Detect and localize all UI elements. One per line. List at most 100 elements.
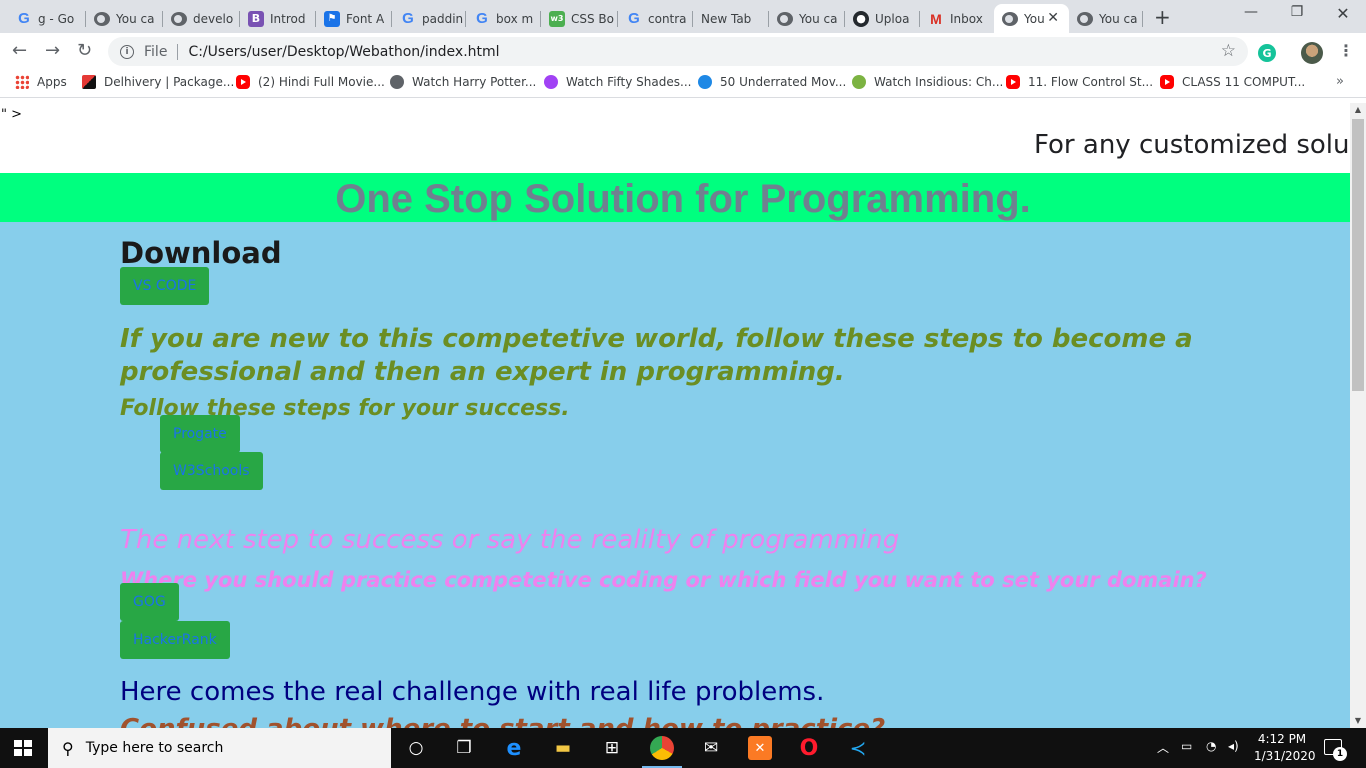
address-bar[interactable]: i File C:/Users/user/Desktop/Webathon/in…	[108, 37, 1248, 66]
hackerrank-button[interactable]: HackerRank	[120, 621, 230, 659]
edge-icon[interactable]: e	[502, 736, 526, 761]
new-tab-button[interactable]: +	[1154, 5, 1171, 29]
browser-tab[interactable]: w3 CSS Bo	[541, 4, 618, 33]
bookmark-item[interactable]: Delhivery | Package...	[82, 75, 234, 89]
w3schools-icon: w3	[549, 10, 565, 27]
page-viewport: " > For any customized solut One Stop So…	[0, 103, 1350, 728]
play-icon	[852, 75, 866, 89]
bootstrap-icon: B	[248, 10, 264, 27]
close-tab-icon[interactable]: ✕	[1047, 10, 1059, 26]
browser-tab[interactable]: ⚑ Font A	[316, 4, 392, 33]
gog-button[interactable]: GOG	[120, 583, 179, 621]
windows-start-icon[interactable]	[14, 740, 32, 756]
taskbar-search[interactable]: ⚲ Type here to search	[48, 728, 391, 768]
browser-tab[interactable]: You ca	[1069, 4, 1143, 33]
file-explorer-icon[interactable]: ▬	[551, 736, 575, 760]
battery-icon[interactable]: ▭	[1181, 739, 1192, 753]
globe-icon	[94, 11, 110, 26]
apps-icon	[15, 75, 29, 89]
info-icon[interactable]: i	[120, 44, 134, 59]
bookmark-item[interactable]: 11. Flow Control St...	[1006, 75, 1153, 89]
globe-icon	[171, 11, 187, 26]
store-icon[interactable]: ⊞	[600, 736, 624, 760]
profile-avatar[interactable]	[1301, 42, 1323, 64]
vscode-icon[interactable]: ≺	[846, 736, 870, 760]
back-icon[interactable]: ←	[12, 40, 27, 61]
grammarly-icon[interactable]: G	[1258, 44, 1276, 62]
url-text[interactable]: C:/Users/user/Desktop/Webathon/index.htm…	[188, 44, 499, 60]
scroll-up-icon[interactable]: ▲	[1350, 103, 1366, 117]
bookmark-star-icon[interactable]: ☆	[1221, 41, 1236, 61]
google-icon: G	[476, 10, 488, 27]
url-scheme: File	[144, 43, 168, 60]
download-heading: Download	[120, 236, 282, 270]
github-icon: ●	[853, 10, 869, 27]
w3schools-button[interactable]: W3Schools	[160, 452, 263, 490]
notification-badge: 1	[1333, 747, 1347, 761]
chevron-up-icon[interactable]: ︿	[1157, 739, 1169, 756]
vscode-button[interactable]: VS CODE	[120, 267, 210, 305]
browser-tab[interactable]: develo	[163, 4, 240, 33]
browser-tab[interactable]: Gcontra	[618, 4, 693, 33]
page-title: One Stop Solution for Programming.	[335, 177, 1031, 221]
system-clock[interactable]: 4:12 PM 1/31/2020	[1254, 731, 1316, 765]
youtube-icon	[1160, 75, 1174, 89]
browser-toolbar: ← → ↻ i File C:/Users/user/Desktop/Webat…	[0, 33, 1366, 70]
scroll-thumb[interactable]	[1352, 119, 1364, 391]
reload-icon[interactable]: ↻	[77, 40, 92, 61]
browser-tab[interactable]: You ca	[86, 4, 163, 33]
menu-icon[interactable]: ⋮	[1338, 41, 1354, 60]
vertical-scrollbar[interactable]: ▲ ▼	[1350, 103, 1366, 728]
xampp-icon[interactable]: ✕	[748, 736, 772, 760]
mail-icon[interactable]: ✉	[699, 736, 723, 760]
google-icon: G	[402, 10, 414, 27]
search-icon: ⚲	[62, 738, 74, 758]
browser-tab[interactable]: Gg - Go	[8, 4, 86, 33]
progate-button[interactable]: Progate	[160, 415, 240, 453]
main-content: Download VS CODE If you are new to this …	[0, 222, 1350, 728]
globe-icon	[1077, 11, 1093, 26]
chrome-icon[interactable]	[650, 736, 674, 760]
scroll-down-icon[interactable]: ▼	[1350, 714, 1366, 728]
minimize-icon[interactable]: —	[1228, 4, 1274, 20]
browser-tab[interactable]: B Introd	[240, 4, 316, 33]
bookmark-item[interactable]: (2) Hindi Full Movie...	[236, 75, 385, 89]
chevron-right-icon[interactable]: »	[1336, 74, 1344, 89]
youtube-icon	[1006, 75, 1020, 89]
globe-icon	[1002, 11, 1018, 26]
browser-tab[interactable]: Gbox m	[466, 4, 541, 33]
browser-tab[interactable]: Gpaddin	[392, 4, 466, 33]
header-banner: One Stop Solution for Programming.	[0, 173, 1350, 222]
browser-tab[interactable]: M Inbox	[920, 4, 994, 33]
marquee-text: For any customized solut	[1034, 130, 1350, 160]
restore-icon[interactable]: ❐	[1274, 4, 1320, 20]
gmail-icon: M	[930, 10, 942, 27]
bookmark-item[interactable]: Watch Harry Potter...	[390, 75, 536, 89]
tab-strip: Gg - Go You ca develo B Introd ⚑ Font A Gp…	[0, 0, 1366, 33]
flag-icon: ⚑	[324, 10, 340, 27]
bookmark-apps[interactable]: Apps	[15, 75, 67, 89]
delhivery-icon	[82, 75, 96, 89]
forward-icon[interactable]: →	[45, 40, 60, 61]
close-window-icon[interactable]: ✕	[1320, 4, 1366, 23]
cortana-icon[interactable]: ○	[404, 736, 428, 760]
stray-text: " >	[1, 107, 23, 122]
bookmark-item[interactable]: Watch Insidious: Ch...	[852, 75, 1003, 89]
browser-tab[interactable]: You ca	[769, 4, 845, 33]
bookmark-item[interactable]: CLASS 11 COMPUT...	[1160, 75, 1305, 89]
wifi-icon[interactable]: ◔	[1206, 739, 1216, 753]
volume-icon[interactable]: ◂)	[1228, 739, 1239, 753]
clock-date: 1/31/2020	[1254, 749, 1316, 763]
task-view-icon[interactable]: ❐	[452, 736, 476, 760]
where-text: Where you should practice competetive co…	[120, 568, 1207, 592]
browser-tab-active[interactable]: You ✕	[994, 4, 1069, 33]
play-icon	[544, 75, 558, 89]
clock-time: 4:12 PM	[1257, 732, 1307, 746]
globe-icon	[777, 11, 793, 26]
bookmark-item[interactable]: Watch Fifty Shades...	[544, 75, 691, 89]
bookmark-item[interactable]: 50 Underrated Mov...	[698, 75, 846, 89]
browser-tab[interactable]: ● Uploa	[845, 4, 920, 33]
opera-icon[interactable]: O	[797, 736, 821, 761]
real-challenge-text: Here comes the real challenge with real …	[120, 677, 825, 707]
browser-tab[interactable]: New Tab	[693, 4, 769, 33]
